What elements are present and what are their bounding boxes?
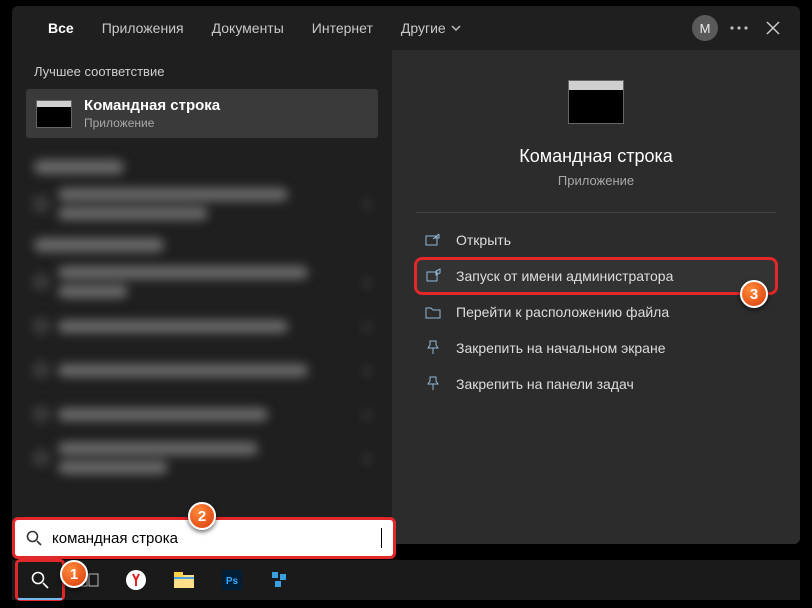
best-match-item[interactable]: Командная строка Приложение — [26, 89, 378, 138]
search-icon — [31, 571, 49, 589]
action-label: Запуск от имени администратора — [456, 268, 673, 284]
blurred-results: › › › › › › — [12, 138, 392, 480]
pin-icon — [424, 340, 442, 356]
annotation-badge-2: 2 — [188, 502, 216, 530]
yandex-icon — [125, 569, 147, 591]
taskbar-app[interactable] — [256, 560, 304, 600]
list-item[interactable]: › — [34, 392, 370, 436]
taskbar-search-button[interactable] — [16, 560, 64, 600]
tab-other-label: Другие — [401, 20, 446, 36]
search-icon — [26, 530, 42, 546]
more-button[interactable] — [722, 11, 756, 45]
list-item[interactable]: › — [34, 348, 370, 392]
folder-icon — [424, 305, 442, 319]
open-icon — [424, 233, 442, 247]
admin-icon — [424, 268, 442, 284]
results-column: Лучшее соответствие Командная строка При… — [12, 50, 392, 544]
tab-web[interactable]: Интернет — [298, 14, 387, 42]
tabs-row: Все Приложения Документы Интернет Другие… — [12, 6, 800, 50]
user-avatar[interactable]: М — [688, 11, 722, 45]
preview-column: Командная строка Приложение Открыть Запу… — [392, 50, 800, 544]
tab-all[interactable]: Все — [34, 14, 88, 42]
svg-text:Ps: Ps — [226, 576, 239, 587]
pin-icon — [424, 376, 442, 392]
best-match-title: Командная строка — [84, 97, 220, 114]
search-input[interactable] — [52, 530, 559, 547]
chevron-down-icon — [451, 25, 461, 31]
best-match-sub: Приложение — [84, 116, 220, 130]
photoshop-icon: Ps — [221, 569, 243, 591]
preview-title: Командная строка — [392, 146, 800, 167]
divider — [416, 212, 776, 213]
action-run-as-admin[interactable]: Запуск от имени администратора — [416, 259, 776, 293]
tab-docs[interactable]: Документы — [198, 14, 298, 42]
action-pin-taskbar[interactable]: Закрепить на панели задач — [416, 367, 776, 401]
text-caret — [381, 528, 382, 548]
list-item[interactable]: › — [34, 304, 370, 348]
taskbar-explorer[interactable] — [160, 560, 208, 600]
taskbar-photoshop[interactable]: Ps — [208, 560, 256, 600]
action-open[interactable]: Открыть — [416, 223, 776, 257]
best-match-label: Лучшее соответствие — [12, 56, 392, 89]
cmd-icon — [36, 100, 72, 128]
taskbar-yandex[interactable] — [112, 560, 160, 600]
tab-apps[interactable]: Приложения — [88, 14, 198, 42]
cmd-icon — [568, 80, 624, 124]
annotation-badge-1: 1 — [60, 560, 88, 588]
list-item[interactable]: › — [34, 260, 370, 304]
action-label: Закрепить на панели задач — [456, 376, 634, 392]
taskbar: Ps — [12, 560, 800, 600]
list-item[interactable]: › — [34, 436, 370, 480]
action-open-location[interactable]: Перейти к расположению файла — [416, 295, 776, 329]
action-label: Открыть — [456, 232, 511, 248]
action-label: Закрепить на начальном экране — [456, 340, 666, 356]
action-pin-start[interactable]: Закрепить на начальном экране — [416, 331, 776, 365]
tab-other[interactable]: Другие — [387, 14, 475, 42]
close-button[interactable] — [756, 11, 790, 45]
app-icon — [270, 570, 290, 590]
folder-icon — [173, 571, 195, 589]
action-label: Перейти к расположению файла — [456, 304, 669, 320]
preview-sub: Приложение — [392, 173, 800, 188]
list-item[interactable]: › — [34, 182, 370, 226]
search-panel: Все Приложения Документы Интернет Другие… — [12, 6, 800, 544]
annotation-badge-3: 3 — [740, 280, 768, 308]
